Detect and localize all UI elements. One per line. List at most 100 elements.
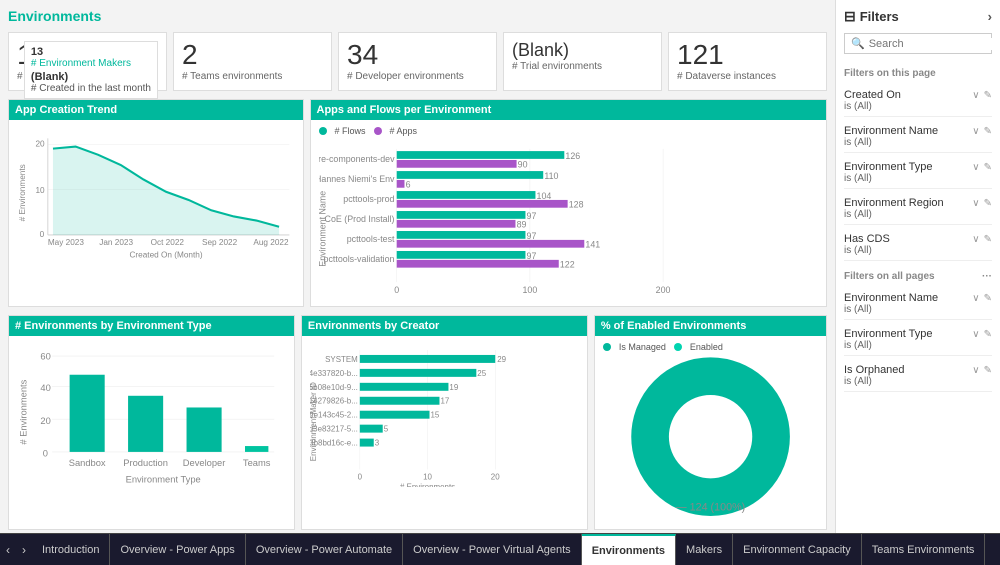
filters-title: Filters (860, 9, 988, 24)
filter-env-region-chevron[interactable]: ∨ (972, 198, 979, 209)
filter-all-orphaned-label: Is Orphaned ∨ ✎ (844, 364, 992, 376)
donut-inner (670, 397, 751, 478)
filters-all-more[interactable]: ··· (982, 271, 992, 282)
bar-production (128, 396, 163, 452)
tab-env-capacity[interactable]: Environment Capacity (733, 534, 862, 565)
filter-all-env-type: Environment Type ∨ ✎ is (All) (844, 324, 992, 356)
kpi-card-trial: (Blank) # Trial environments (503, 32, 662, 91)
svg-text:5: 5 (384, 425, 389, 434)
app-creation-svg: 20 10 0 May 2023 (17, 126, 295, 260)
svg-text:Sep 2022: Sep 2022 (202, 238, 238, 247)
env-creator-chart: Environments by Creator Environment Make… (301, 315, 588, 529)
filter-env-name-chevron[interactable]: ∨ (972, 126, 979, 137)
bar-flows-5 (396, 231, 525, 239)
filter-all-orphaned-edit[interactable]: ✎ (984, 365, 992, 376)
kpi-card-developer: 34 # Developer environments (338, 32, 497, 91)
env-creator-title: Environments by Creator (302, 316, 587, 336)
env-type-chart: # Environments by Environment Type 60 40… (8, 315, 295, 529)
enabled-legend-label: Enabled (690, 342, 723, 352)
svg-text:128: 128 (568, 200, 583, 210)
bar-maker2 (360, 369, 477, 377)
svg-text:3b8bd16c-e...: 3b8bd16c-e... (310, 439, 358, 448)
svg-text:Environment Type: Environment Type (126, 475, 201, 485)
filter-all-env-type-chevron[interactable]: ∨ (972, 329, 979, 340)
charts-row2: # Environments by Environment Type 60 40… (8, 315, 827, 529)
bar-maker5 (360, 411, 430, 419)
tab-nav-right[interactable]: › (16, 534, 32, 565)
svg-text:pcttools-test: pcttools-test (346, 234, 394, 244)
filter-env-type-edit[interactable]: ✎ (984, 162, 992, 173)
filter-all-orphaned-chevron[interactable]: ∨ (972, 365, 979, 376)
filter-created-on-value: is (All) (844, 101, 992, 112)
tooltip-line4: # Created in the last month (31, 83, 151, 94)
bar-maker7 (360, 439, 374, 447)
tab-power-apps[interactable]: Overview - Power Apps (110, 534, 245, 565)
filter-all-env-name-value: is (All) (844, 304, 992, 315)
filters-chevron-icon[interactable]: › (988, 9, 992, 24)
bar-flows-3 (396, 191, 535, 199)
svg-text:# Environments: # Environments (18, 380, 28, 445)
svg-text:Hannes Niemi's Env: Hannes Niemi's Env (319, 174, 395, 184)
tab-makers[interactable]: Makers (676, 534, 733, 565)
svg-text:90: 90 (517, 160, 527, 170)
svg-text:126: 126 (565, 151, 580, 161)
svg-text:200: 200 (655, 285, 670, 295)
svg-text:19: 19 (449, 383, 458, 392)
filter-env-type-chevron[interactable]: ∨ (972, 162, 979, 173)
bar-flows-4 (396, 211, 525, 219)
charts-row1: App Creation Trend 20 10 0 (8, 99, 827, 307)
filter-controls: ∨ ✎ (972, 90, 992, 101)
kpi-label-developer: # Developer environments (347, 71, 488, 82)
bar-apps-1 (396, 160, 516, 168)
apps-legend-label: # Apps (390, 126, 418, 136)
filter-all-env-name: Environment Name ∨ ✎ is (All) (844, 288, 992, 320)
tab-nav-left[interactable]: ‹ (0, 534, 16, 565)
tab-power-automate[interactable]: Overview - Power Automate (246, 534, 403, 565)
kpi-row: 124 # Environments 13 # Environment Make… (8, 32, 827, 91)
svg-text:Teams: Teams (243, 458, 271, 468)
kpi-main-teams: 2 (182, 41, 323, 69)
filter-all-env-type-edit[interactable]: ✎ (984, 329, 992, 340)
svg-text:141: 141 (585, 240, 600, 250)
filter-all-env-type-value: is (All) (844, 340, 992, 351)
svg-text:20: 20 (491, 473, 500, 482)
filter-edit-icon[interactable]: ✎ (984, 90, 992, 101)
filter-has-cds-chevron[interactable]: ∨ (972, 234, 979, 245)
filter-env-name-label: Environment Name ∨ ✎ (844, 125, 992, 137)
tab-power-virtual-agents[interactable]: Overview - Power Virtual Agents (403, 534, 582, 565)
tab-introduction[interactable]: Introduction (32, 534, 110, 565)
svg-text:Developer: Developer (183, 458, 226, 468)
filter-chevron-icon[interactable]: ∨ (972, 90, 979, 101)
tab-environments[interactable]: Environments (582, 534, 676, 565)
filter-has-cds-controls: ∨ ✎ (972, 234, 992, 245)
svg-text:# Environments: # Environments (400, 483, 455, 487)
kpi-card-teams: 2 # Teams environments (173, 32, 332, 91)
env-creator-svg: Environment Maker ID 0 10 20 SYSTEM 29 (310, 342, 579, 486)
bar-flows-6 (396, 251, 525, 259)
filter-env-region-edit[interactable]: ✎ (984, 198, 992, 209)
svg-text:60: 60 (40, 352, 50, 362)
kpi-main-developer: 34 (347, 41, 488, 69)
svg-text:Sandbox: Sandbox (69, 458, 106, 468)
svg-text:0: 0 (394, 285, 399, 295)
filter-env-name-value: is (All) (844, 137, 992, 148)
svg-text:122: 122 (559, 260, 574, 270)
filter-created-on-text: Created On (844, 89, 901, 101)
tab-teams-environments[interactable]: Teams Environments (862, 534, 986, 565)
filter-env-type-value: is (All) (844, 173, 992, 184)
filter-env-region: Environment Region ∨ ✎ is (All) (844, 193, 992, 225)
kpi-label-teams: # Teams environments (182, 71, 323, 82)
svg-text:97: 97 (526, 231, 536, 241)
svg-text:pcttools-validation: pcttools-validation (323, 254, 394, 264)
filter-search-input[interactable] (869, 38, 1000, 50)
bar-flows-1 (396, 151, 564, 159)
filter-all-env-name-edit[interactable]: ✎ (984, 293, 992, 304)
svg-text:3: 3 (375, 439, 380, 448)
filter-env-region-controls: ∨ ✎ (972, 198, 992, 209)
filter-all-env-name-label: Environment Name ∨ ✎ (844, 292, 992, 304)
filter-has-cds-edit[interactable]: ✎ (984, 234, 992, 245)
bar-maker6 (360, 425, 383, 433)
filter-search-box[interactable]: 🔍 (844, 33, 992, 54)
filter-all-env-name-chevron[interactable]: ∨ (972, 293, 979, 304)
filter-env-name-edit[interactable]: ✎ (984, 126, 992, 137)
